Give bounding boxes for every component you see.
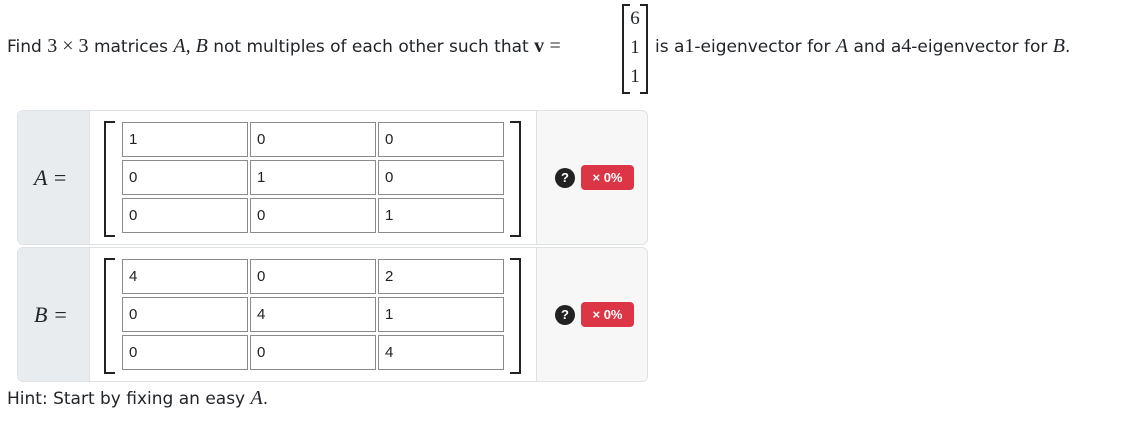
matrix-a-label-cell: A =: [18, 111, 90, 244]
question-vector-symbol: v: [534, 35, 545, 57]
matrix-b-cell-2-2[interactable]: 4: [250, 297, 376, 332]
right-bracket: [510, 258, 521, 374]
question-mat-b: B: [1052, 35, 1065, 57]
question-condition: not multiples of each other such that: [213, 37, 529, 57]
matrix-a-cell-2-1[interactable]: 0: [122, 160, 248, 195]
question-eigvec-for: -eigenvector for: [694, 37, 831, 57]
question-and-a: and a: [853, 37, 902, 57]
matrix-a-label: A =: [34, 165, 68, 190]
question-matrices: matrices: [93, 37, 168, 57]
matrix-a-cell-1-1[interactable]: 1: [122, 122, 248, 157]
eigenvector-v: 6 1 1: [622, 4, 648, 94]
matrix-b-row: B = 4 0 2 0 4 1 0 0 4 ? × 0%: [17, 247, 648, 382]
matrix-a-cell-3-2[interactable]: 0: [250, 198, 376, 233]
question-mat-a: A: [835, 35, 849, 57]
matrix-b-cell-2-3[interactable]: 1: [378, 297, 504, 332]
question-equals: =: [549, 35, 561, 57]
matrix-a-cell-2-2[interactable]: 1: [250, 160, 376, 195]
matrix-b-label-cell: B =: [18, 248, 90, 381]
matrix-b-cell-1-3[interactable]: 2: [378, 259, 504, 294]
question-find: Find: [7, 37, 42, 57]
score-badge: × 0%: [581, 302, 634, 327]
matrix-a-cell-1-2[interactable]: 0: [250, 122, 376, 157]
matrix-b-cell-3-3[interactable]: 4: [378, 335, 504, 370]
question-period: .: [1064, 37, 1071, 57]
matrix-a-grid: 1 0 0 0 1 0 0 0 1: [90, 111, 537, 244]
matrix-b-cell-3-2[interactable]: 0: [250, 335, 376, 370]
left-bracket: [104, 258, 115, 374]
matrix-b-label: B =: [34, 302, 68, 327]
matrix-b-cell-2-1[interactable]: 0: [122, 297, 248, 332]
question-text: Find 3 × 3 matrices A, B not multiples o…: [7, 0, 1127, 98]
vector-entry-1: 6: [630, 8, 640, 29]
matrix-a-cell-2-3[interactable]: 0: [378, 160, 504, 195]
matrix-a-cell-3-3[interactable]: 1: [378, 198, 504, 233]
question-eigenvalue-2: 4: [901, 35, 912, 57]
left-bracket: [104, 121, 115, 237]
matrix-a-cell-3-1[interactable]: 0: [122, 198, 248, 233]
vector-entry-2: 1: [630, 37, 640, 58]
matrix-a-cell-1-3[interactable]: 0: [378, 122, 504, 157]
question-circle-icon[interactable]: ?: [555, 168, 575, 188]
question-eigenvalue-1: 1: [684, 35, 695, 57]
vector-entry-3: 1: [630, 66, 640, 87]
score-badge: × 0%: [581, 165, 634, 190]
right-bracket: [510, 121, 521, 237]
matrix-b-cell-1-1[interactable]: 4: [122, 259, 248, 294]
question-dims: 3 × 3: [47, 35, 89, 57]
question-circle-icon[interactable]: ?: [555, 305, 575, 325]
question-eigvec-for-2: -eigenvector for: [911, 37, 1048, 57]
hint-body: Hint: Start by fixing an easy: [7, 389, 246, 409]
matrix-a-row: A = 1 0 0 0 1 0 0 0 1 ? × 0%: [17, 110, 648, 245]
hint-period: .: [262, 389, 269, 409]
matrix-b-cell-3-1[interactable]: 0: [122, 335, 248, 370]
hint-matrix: A: [250, 387, 263, 409]
hint-text: Hint: Start by fixing an easy A.: [7, 387, 268, 410]
matrix-b-grid: 4 0 2 0 4 1 0 0 4: [90, 248, 537, 381]
question-matrix-names: A, B: [173, 35, 208, 57]
question-is-a: is a: [655, 37, 685, 57]
matrix-b-cell-1-2[interactable]: 0: [250, 259, 376, 294]
